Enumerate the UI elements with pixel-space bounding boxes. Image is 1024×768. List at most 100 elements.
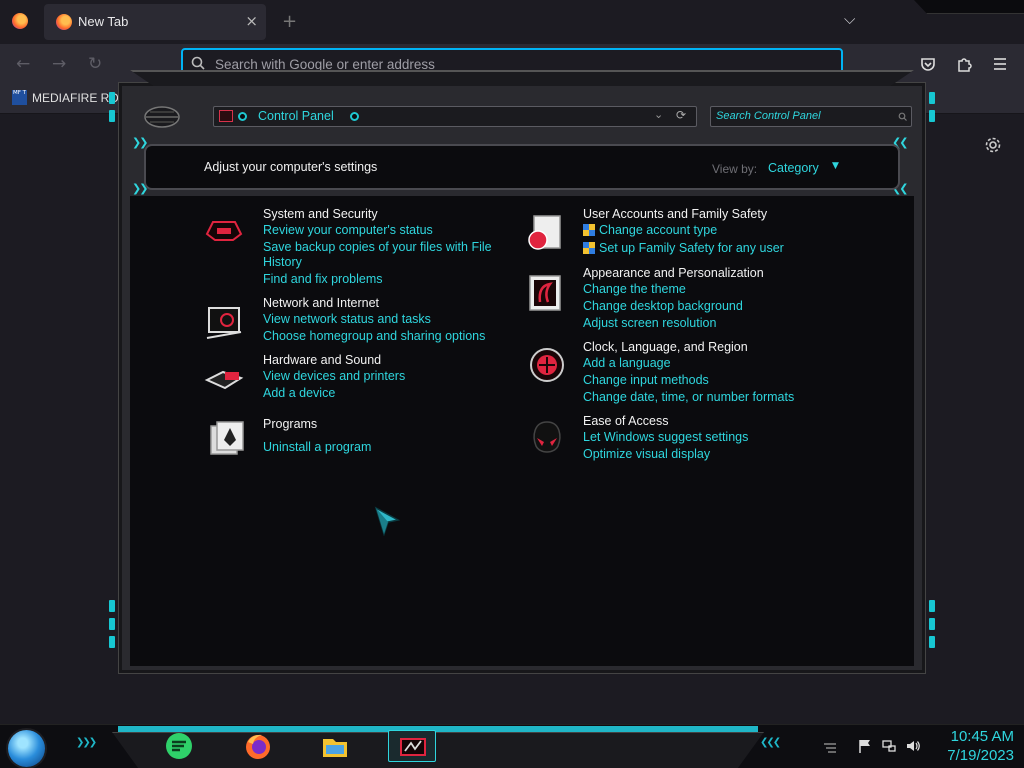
category-title[interactable]: Network and Internet	[263, 296, 379, 310]
list-all-tabs-button[interactable]: ⌵	[844, 10, 855, 28]
user-accounts-icon[interactable]	[524, 212, 566, 254]
address-bar[interactable]: Control Panel ⌄ ⟳	[213, 106, 697, 127]
link-change-account-type[interactable]: Change account type	[583, 223, 717, 238]
theme-decoration	[914, 0, 1024, 14]
link-review-status[interactable]: Review your computer's status	[263, 223, 433, 238]
taskbar-app-control-panel[interactable]	[388, 730, 436, 762]
link-windows-suggest[interactable]: Let Windows suggest settings	[583, 430, 748, 445]
link-label: Change account type	[599, 223, 718, 237]
mouse-cursor-icon	[374, 506, 400, 536]
frame-accent	[929, 618, 935, 630]
bookmark-mediafire[interactable]: MF T MEDIAFIRE RO	[12, 90, 119, 105]
frame-accent	[929, 110, 935, 122]
category-title[interactable]: Clock, Language, and Region	[583, 340, 748, 354]
menu-icon[interactable]	[991, 55, 1009, 73]
breadcrumb-control-panel[interactable]: Control Panel	[258, 109, 334, 123]
bookmark-label: MEDIAFIRE RO	[32, 90, 119, 105]
show-hidden-icons-icon[interactable]	[822, 740, 838, 756]
category-title[interactable]: Ease of Access	[583, 414, 668, 428]
ease-of-access-icon[interactable]	[526, 418, 568, 460]
link-devices-printers[interactable]: View devices and printers	[263, 369, 405, 384]
system-security-icon[interactable]	[203, 208, 245, 250]
view-by-label: View by:	[712, 162, 758, 176]
category-title[interactable]: Programs	[263, 417, 317, 431]
link-backup-files[interactable]: History	[263, 255, 302, 270]
chevrons-icon: ❯❯❯	[76, 737, 97, 748]
firefox-tab-icon	[56, 14, 72, 30]
taskbar-app-firefox[interactable]	[234, 730, 282, 762]
uac-shield-icon	[583, 242, 595, 254]
chevrons-icon: ❮❮❮	[760, 737, 781, 748]
link-desktop-background[interactable]: Change desktop background	[583, 299, 743, 314]
refresh-icon[interactable]: ⟳	[676, 108, 686, 122]
mediafire-icon: MF T	[12, 90, 27, 105]
control-panel-icon	[219, 110, 233, 122]
frame-accent	[929, 600, 935, 612]
firefox-icon	[246, 734, 270, 759]
clock-date[interactable]: 7/19/2023	[930, 747, 1014, 764]
link-add-language[interactable]: Add a language	[583, 356, 671, 371]
appearance-icon[interactable]	[524, 272, 566, 314]
frame-accent	[109, 600, 115, 612]
back-button[interactable]: ←	[16, 54, 30, 74]
chevron-down-icon[interactable]: ▼	[832, 161, 839, 171]
category-title[interactable]: System and Security	[263, 207, 378, 221]
forward-button[interactable]: →	[52, 54, 66, 74]
address-dropdown-icon[interactable]: ⌄	[654, 108, 663, 121]
alienware-logo-icon[interactable]	[142, 104, 182, 130]
search-icon[interactable]	[898, 112, 907, 121]
taskbar-app-notes[interactable]	[155, 730, 203, 762]
clock-language-region-icon[interactable]	[526, 344, 568, 386]
folder-icon	[323, 739, 347, 757]
uac-shield-icon	[583, 224, 595, 236]
gear-icon[interactable]	[983, 135, 1003, 155]
link-family-safety[interactable]: Set up Family Safety for any user	[583, 241, 784, 256]
link-backup-files[interactable]: Save backup copies of your files with Fi…	[263, 240, 492, 255]
breadcrumb-separator-icon[interactable]	[350, 112, 359, 121]
window-top-decoration	[130, 70, 914, 86]
clock-time[interactable]: 10:45 AM	[930, 728, 1014, 745]
search-control-panel-input[interactable]: Search Control Panel	[710, 106, 912, 127]
link-network-status[interactable]: View network status and tasks	[263, 312, 431, 327]
link-label: Set up Family Safety for any user	[599, 241, 784, 255]
link-optimize-visual[interactable]: Optimize visual display	[583, 447, 710, 462]
network-icon[interactable]	[881, 738, 897, 754]
tab-close-icon[interactable]: ×	[245, 12, 258, 30]
programs-icon[interactable]	[205, 418, 247, 460]
frame-accent	[109, 618, 115, 630]
link-change-theme[interactable]: Change the theme	[583, 282, 686, 297]
volume-icon[interactable]	[905, 738, 921, 754]
taskbar-app-explorer[interactable]	[311, 730, 359, 762]
taskbar-accent	[118, 726, 758, 732]
search-icon	[191, 56, 205, 70]
link-input-methods[interactable]: Change input methods	[583, 373, 709, 388]
reload-button[interactable]: ↻	[88, 54, 102, 74]
category-panel	[130, 196, 914, 666]
firefox-icon[interactable]	[12, 13, 28, 29]
link-uninstall-program[interactable]: Uninstall a program	[263, 440, 371, 455]
category-title[interactable]: User Accounts and Family Safety	[583, 207, 767, 221]
link-date-time-formats[interactable]: Change date, time, or number formats	[583, 390, 794, 405]
link-add-device[interactable]: Add a device	[263, 386, 335, 401]
network-internet-icon[interactable]	[203, 302, 245, 344]
category-title[interactable]: Appearance and Personalization	[583, 266, 764, 280]
link-homegroup[interactable]: Choose homegroup and sharing options	[263, 329, 485, 344]
hardware-sound-icon[interactable]	[203, 358, 245, 400]
page-title: Adjust your computer's settings	[204, 160, 378, 174]
start-button[interactable]	[8, 730, 45, 767]
frame-accent	[109, 92, 115, 104]
category-title[interactable]: Hardware and Sound	[263, 353, 381, 367]
control-panel-icon	[400, 738, 426, 756]
notes-icon	[166, 733, 192, 759]
link-find-fix-problems[interactable]: Find and fix problems	[263, 272, 383, 287]
link-screen-resolution[interactable]: Adjust screen resolution	[583, 316, 716, 331]
tab-title: New Tab	[78, 14, 129, 29]
flag-icon[interactable]	[857, 738, 873, 754]
breadcrumb-separator-icon	[238, 112, 247, 121]
search-placeholder: Search Control Panel	[716, 110, 821, 122]
extensions-icon[interactable]	[955, 55, 973, 73]
frame-accent	[109, 110, 115, 122]
tab-new-tab[interactable]: New Tab ×	[44, 4, 266, 40]
view-by-dropdown[interactable]: Category	[768, 161, 819, 175]
new-tab-button[interactable]: +	[282, 11, 297, 32]
